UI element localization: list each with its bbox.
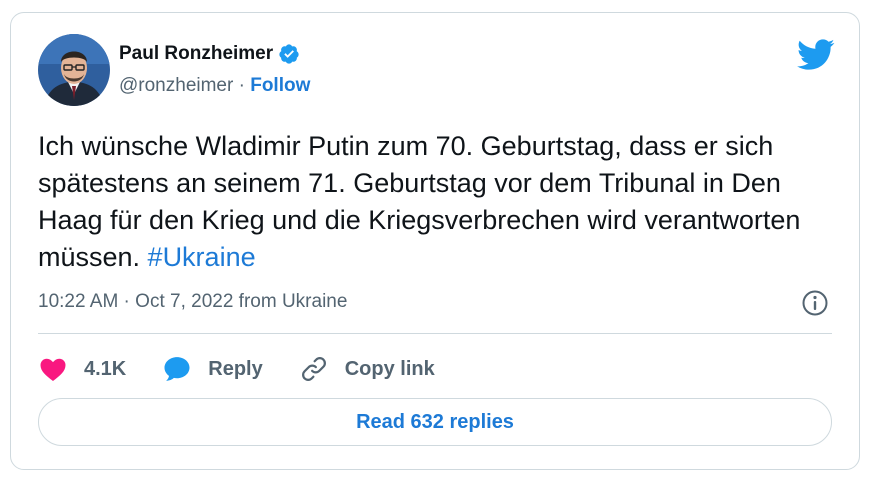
author-name[interactable]: Paul Ronzheimer — [119, 43, 273, 65]
info-icon[interactable] — [801, 289, 829, 317]
author-handle-row: @ronzheimer · Follow — [119, 75, 310, 97]
divider — [38, 333, 832, 334]
twitter-bird-icon[interactable] — [797, 39, 835, 71]
author-name-row: Paul Ronzheimer — [119, 43, 300, 65]
verified-badge-icon — [279, 44, 299, 64]
like-button[interactable]: 4.1K — [38, 354, 126, 384]
follow-link[interactable]: Follow — [250, 75, 310, 96]
handle-separator: · — [233, 75, 251, 96]
reply-bubble-icon — [164, 357, 190, 381]
tweet-card: Paul Ronzheimer @ronzheimer · Follow Ich… — [10, 12, 860, 470]
copy-link-button[interactable]: Copy link — [299, 354, 435, 384]
like-count: 4.1K — [84, 357, 127, 380]
reply-button[interactable]: Reply — [162, 354, 263, 384]
hashtag-link[interactable]: #Ukraine — [148, 242, 256, 272]
link-icon — [301, 357, 326, 381]
tweet-text: Ich wünsche Wladimir Putin zum 70. Gebur… — [38, 128, 838, 276]
tweet-timestamp[interactable]: 10:22 AM · Oct 7, 2022 from Ukraine — [38, 291, 347, 313]
author-handle[interactable]: @ronzheimer — [119, 75, 233, 96]
reply-label: Reply — [208, 357, 263, 380]
heart-icon — [40, 358, 66, 381]
action-bar: 4.1K Reply Copy link — [38, 351, 471, 387]
avatar[interactable] — [38, 34, 110, 106]
copy-link-label: Copy link — [344, 357, 435, 380]
read-replies-button[interactable]: Read 632 replies — [38, 398, 832, 446]
